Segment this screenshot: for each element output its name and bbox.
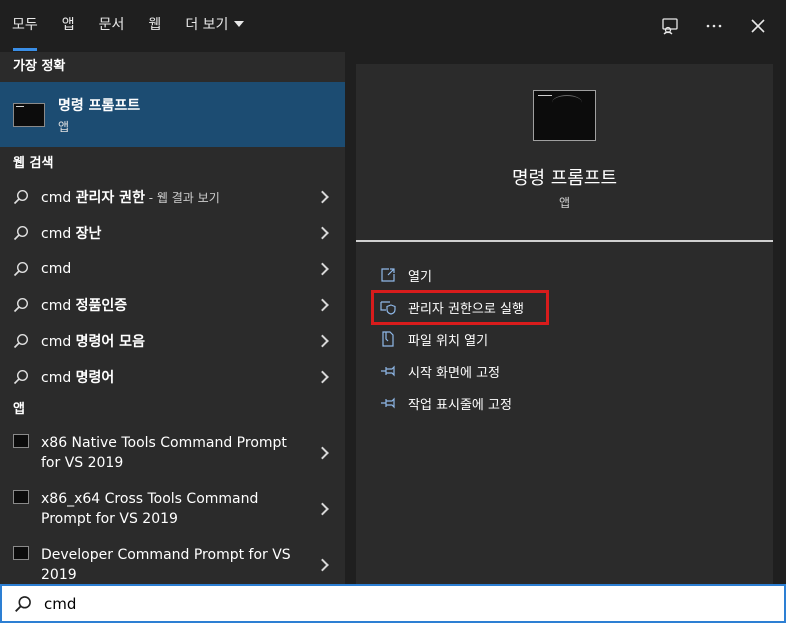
web-result-bold: 명령어 모음 xyxy=(75,334,145,350)
results-pane: 가장 정확 명령 프롬프트 앱 웹 검색 cmd 관리자 권한 - 웹 결과 보… xyxy=(0,52,345,584)
web-result-item[interactable]: cmd 관리자 권한 - 웹 결과 보기 xyxy=(0,179,345,215)
chevron-right-icon[interactable] xyxy=(316,370,329,384)
web-result-bold: 명령어 xyxy=(75,370,115,386)
web-result-prefix: cmd xyxy=(41,190,76,206)
search-icon xyxy=(13,369,29,385)
search-input[interactable] xyxy=(44,594,744,613)
detail-title: 명령 프롬프트 xyxy=(511,168,618,189)
web-result-prefix: cmd xyxy=(41,226,76,242)
detail-subtitle: 앱 xyxy=(558,196,571,210)
web-result-prefix: cmd xyxy=(41,261,72,277)
tab-web[interactable]: 웹 xyxy=(136,0,173,52)
action-list: 열기 관리자 권한으로 실행 파일 위치 열기 시작 화면에 고정 작업 표시줄… xyxy=(371,259,549,419)
feedback-icon[interactable] xyxy=(658,14,682,38)
pin-icon xyxy=(381,365,395,377)
command-prompt-icon xyxy=(13,102,45,127)
shield-icon xyxy=(380,301,396,315)
web-result-item[interactable]: cmd 명령어 모음 xyxy=(0,323,345,359)
web-result-hint: - 웹 결과 보기 xyxy=(144,191,220,205)
tab-documents[interactable]: 문서 xyxy=(87,0,137,52)
search-icon xyxy=(13,297,29,313)
search-icon xyxy=(13,261,29,277)
web-result-bold: 정품인증 xyxy=(75,298,128,314)
top-icons xyxy=(658,0,770,52)
command-prompt-icon xyxy=(533,90,596,141)
best-match-subtitle: 앱 xyxy=(58,119,70,134)
close-icon[interactable] xyxy=(746,14,770,38)
chevron-right-icon[interactable] xyxy=(316,226,329,240)
command-prompt-icon xyxy=(13,490,29,504)
apps-heading: 앱 xyxy=(13,402,25,417)
action-run-as-admin[interactable]: 관리자 권한으로 실행 xyxy=(371,290,549,325)
action-label: 열기 xyxy=(408,269,432,285)
web-result-prefix: cmd xyxy=(41,298,76,314)
search-icon xyxy=(13,333,29,349)
detail-header: 명령 프롬프트 앱 xyxy=(356,64,773,242)
tab-more[interactable]: 더 보기 xyxy=(173,0,256,52)
app-result-label: x86 Native Tools Command Prompt for VS 2… xyxy=(41,435,287,471)
chevron-right-icon[interactable] xyxy=(316,334,329,348)
chevron-right-icon[interactable] xyxy=(316,502,329,516)
more-options-icon[interactable] xyxy=(702,14,726,38)
action-label: 파일 위치 열기 xyxy=(408,333,489,349)
chevron-down-icon xyxy=(234,21,245,27)
action-open[interactable]: 열기 xyxy=(380,259,524,291)
app-result-label: Developer Command Prompt for VS 2019 xyxy=(41,547,291,583)
web-result-bold: 장난 xyxy=(75,226,102,242)
action-open-file-location[interactable]: 파일 위치 열기 xyxy=(380,323,524,355)
web-result-bold: 관리자 권한 xyxy=(75,190,145,206)
web-search-heading: 웹 검색 xyxy=(13,156,54,171)
app-result-item[interactable]: Developer Command Prompt for VS 2019 xyxy=(0,537,345,584)
web-result-item[interactable]: cmd 정품인증 xyxy=(0,287,345,323)
search-box[interactable] xyxy=(0,584,786,623)
app-result-item[interactable]: x86 Native Tools Command Prompt for VS 2… xyxy=(0,425,345,481)
best-match-title: 명령 프롬프트 xyxy=(58,97,141,114)
tab-all[interactable]: 모두 xyxy=(0,0,50,52)
top-bar: 모두 앱 문서 웹 더 보기 xyxy=(0,0,786,52)
best-match-heading: 가장 정확 xyxy=(13,59,66,74)
web-result-item[interactable]: cmd 명령어 xyxy=(0,359,345,395)
chevron-right-icon[interactable] xyxy=(316,446,329,460)
chevron-right-icon[interactable] xyxy=(316,298,329,312)
web-result-item[interactable]: cmd xyxy=(0,251,345,287)
detail-pane: 명령 프롬프트 앱 열기 관리자 권한으로 실행 파일 위치 열기 시작 화면에… xyxy=(345,52,786,584)
command-prompt-icon xyxy=(13,434,29,448)
detail-card: 명령 프롬프트 앱 열기 관리자 권한으로 실행 파일 위치 열기 시작 화면에… xyxy=(356,64,773,584)
scope-tabs: 모두 앱 문서 웹 더 보기 xyxy=(0,0,256,52)
action-label: 시작 화면에 고정 xyxy=(408,365,500,381)
tab-apps[interactable]: 앱 xyxy=(50,0,87,52)
command-prompt-icon xyxy=(13,546,29,560)
action-pin-to-taskbar[interactable]: 작업 표시줄에 고정 xyxy=(380,387,524,419)
web-result-item[interactable]: cmd 장난 xyxy=(0,215,345,251)
best-match-item[interactable]: 명령 프롬프트 앱 xyxy=(0,82,345,147)
chevron-right-icon[interactable] xyxy=(316,262,329,276)
app-result-label: x86_x64 Cross Tools Command Prompt for V… xyxy=(41,491,259,527)
search-icon xyxy=(13,189,29,205)
action-label: 관리자 권한으로 실행 xyxy=(408,301,524,317)
search-icon xyxy=(13,225,29,241)
pin-icon xyxy=(381,397,395,409)
web-result-prefix: cmd xyxy=(41,334,76,350)
action-pin-to-start[interactable]: 시작 화면에 고정 xyxy=(380,355,524,387)
web-result-prefix: cmd xyxy=(41,370,76,386)
file-location-icon xyxy=(382,331,394,347)
app-result-item[interactable]: x86_x64 Cross Tools Command Prompt for V… xyxy=(0,481,345,537)
tab-more-label: 더 보기 xyxy=(185,17,229,33)
chevron-right-icon[interactable] xyxy=(316,558,329,572)
open-icon xyxy=(381,268,395,282)
action-label: 작업 표시줄에 고정 xyxy=(408,397,512,413)
search-icon xyxy=(15,595,31,612)
chevron-right-icon[interactable] xyxy=(316,190,329,204)
